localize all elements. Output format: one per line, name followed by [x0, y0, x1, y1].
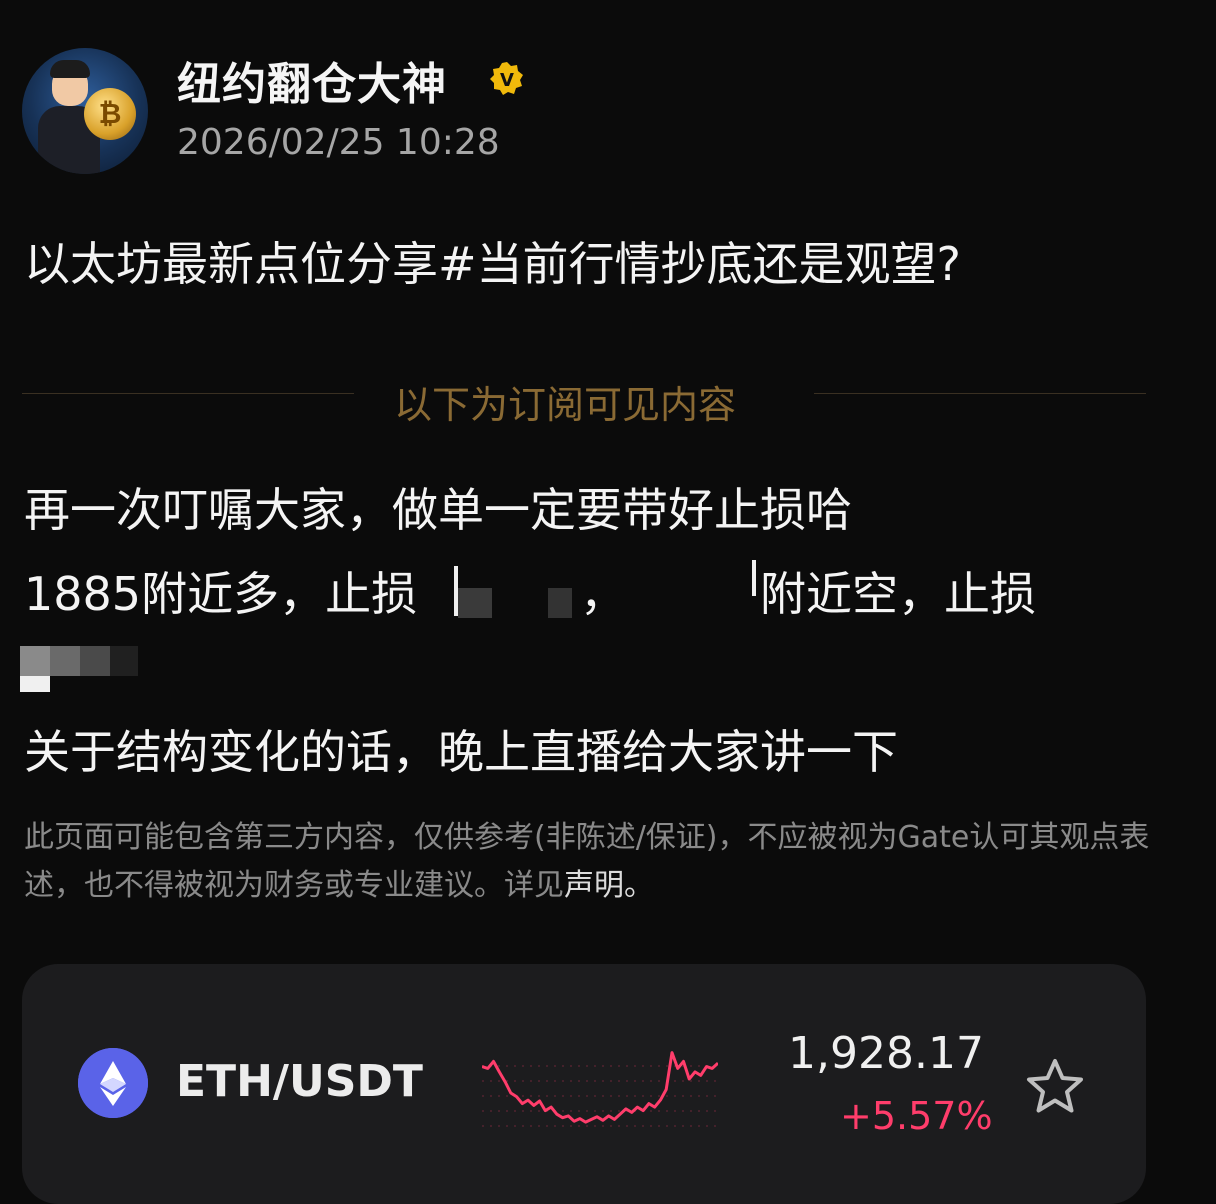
star-outline-icon[interactable] — [1024, 1056, 1086, 1118]
post-title[interactable]: 以太坊最新点位分享#当前行情抄底还是观望? — [24, 228, 961, 294]
post-timestamp: 2026/02/25 10:28 — [177, 122, 500, 163]
post-line-2-part-2: 附近空，止损 — [760, 567, 1036, 621]
verified-badge-icon: V — [488, 60, 526, 98]
post-line-1: 再一次叮嘱大家，做单一定要带好止损哈 — [24, 483, 852, 537]
ethereum-icon — [78, 1048, 148, 1118]
divider-line-right — [814, 393, 1146, 394]
post-line-2-comma: ， — [580, 567, 626, 621]
author-avatar[interactable]: ₿ — [22, 48, 148, 174]
avatar-hair — [50, 60, 90, 78]
author-name[interactable]: 纽约翻仓大神 — [177, 48, 447, 112]
ticker-price: 1,928.17 — [788, 1028, 984, 1079]
verified-letter: V — [500, 70, 514, 91]
post-line-2-part-1: 1885附近多，止损 — [24, 567, 418, 621]
redacted-value-2 — [752, 560, 758, 600]
post-line-4: 关于结构变化的话，晚上直播给大家讲一下 — [24, 725, 898, 779]
ticker-change: +5.57% — [840, 1094, 993, 1138]
redacted-value-3 — [20, 646, 140, 694]
post-header: ₿ 纽约翻仓大神 V 2026/02/25 10:28 — [22, 46, 1172, 176]
redacted-value — [454, 566, 572, 618]
bitcoin-coin-icon: ₿ — [84, 88, 136, 140]
ticker-card[interactable]: ETH/USDT 1,928.17 +5.57% — [22, 964, 1146, 1204]
subscriber-only-label: 以下为订阅可见内容 — [394, 383, 737, 427]
disclaimer-link[interactable]: 声明。 — [564, 868, 654, 903]
ticker-pair: ETH/USDT — [176, 1056, 423, 1107]
divider-line-left — [22, 393, 354, 394]
disclaimer: 此页面可能包含第三方内容，仅供参考(非陈述/保证)，不应被视为Gate认可其观点… — [24, 814, 1154, 910]
subscriber-divider: 以下为订阅可见内容 — [22, 374, 1146, 427]
price-sparkline — [482, 1051, 718, 1127]
